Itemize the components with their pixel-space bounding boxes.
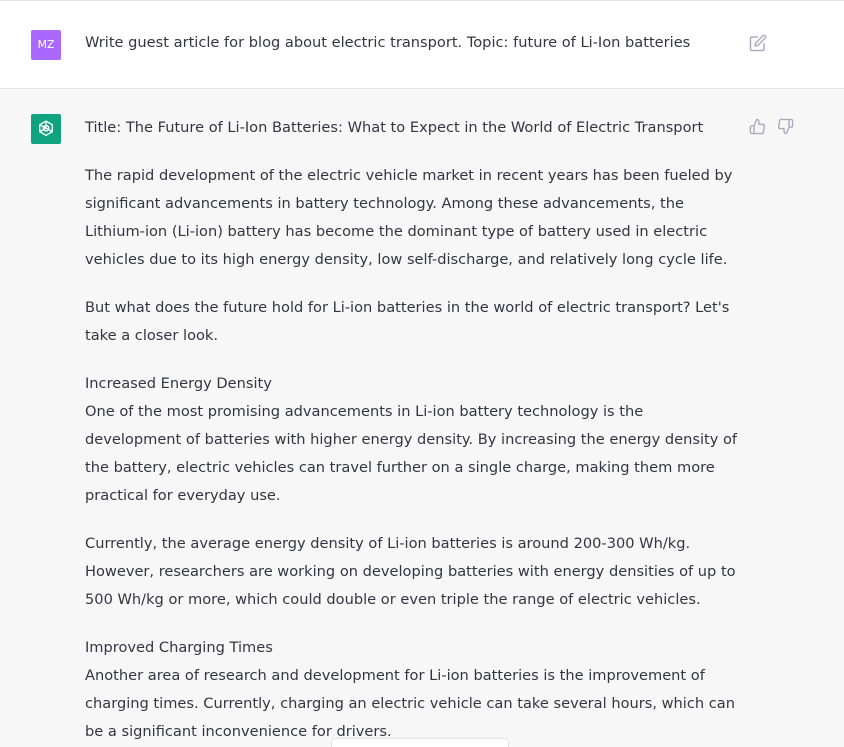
- openai-logo-icon: [39, 120, 53, 136]
- assistant-message-content: Title: The Future of Li-Ion Batteries: W…: [85, 114, 740, 747]
- user-message-text: Write guest article for blog about elect…: [85, 34, 691, 51]
- user-avatar: MZ: [31, 30, 61, 60]
- paragraph: But what does the future hold for Li-ion…: [85, 299, 730, 344]
- assistant-avatar: [31, 114, 61, 144]
- chat-page: MZ Write guest article for blog about el…: [0, 0, 844, 747]
- thumbs-up-icon[interactable]: [749, 118, 766, 135]
- paragraph: Currently, the average energy density of…: [85, 535, 736, 608]
- section-heading: Improved Charging Times: [85, 639, 273, 656]
- paragraph: The rapid development of the electric ve…: [85, 167, 733, 268]
- regenerate-button[interactable]: [331, 738, 509, 747]
- assistant-message-row: Title: The Future of Li-Ion Batteries: W…: [0, 89, 844, 747]
- edit-icon[interactable]: [749, 34, 767, 52]
- section-heading: Increased Energy Density: [85, 375, 272, 392]
- section-charging-times: Improved Charging Times Another area of …: [85, 634, 740, 746]
- article-title: Title: The Future of Li-Ion Batteries: W…: [85, 119, 704, 136]
- section-energy-density: Increased Energy Density One of the most…: [85, 370, 740, 510]
- thumbs-down-icon[interactable]: [777, 118, 794, 135]
- paragraph: One of the most promising advancements i…: [85, 403, 738, 504]
- paragraph: Another area of research and development…: [85, 667, 735, 740]
- user-message-row: MZ Write guest article for blog about el…: [0, 0, 844, 89]
